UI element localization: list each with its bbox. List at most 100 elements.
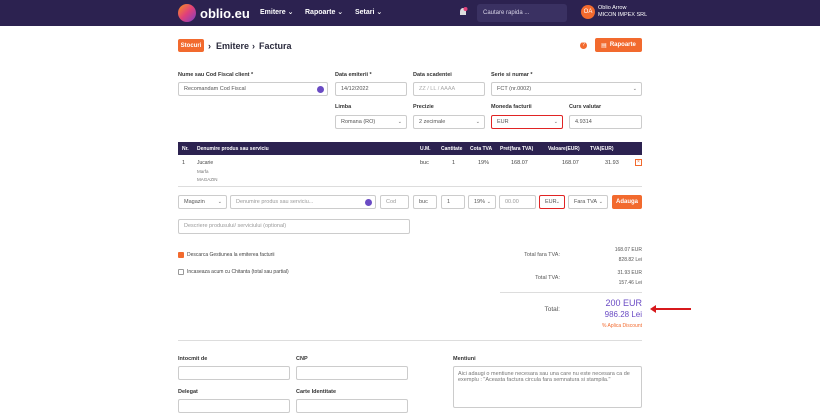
row-name: Jucarie [197, 160, 214, 166]
col-nr: Nr. [182, 146, 189, 152]
products-table-header: Nr. Denumire produs sau serviciu U.M. Ca… [178, 142, 642, 155]
stocuri-button[interactable]: Stocuri [178, 39, 204, 52]
total-fara-tva-lei: 828.82 Lei [618, 257, 642, 263]
serie-select[interactable]: FCT (nr.0002) ⌄ [491, 82, 642, 96]
client-label: Nume sau Cod Fiscal client * [178, 72, 254, 78]
carte-identitate-label: Carte Identitate [296, 389, 337, 395]
moneda-label: Moneda facturii [491, 104, 532, 110]
descarca-gestiune-label: Descarca Gestiunea la emiterea facturii [187, 252, 275, 258]
chevron-down-icon: ⌄ [287, 9, 294, 16]
price-input[interactable]: 00.00 [499, 195, 536, 209]
breadcrumb-emitere[interactable]: Emitere [216, 41, 249, 51]
data-scadentei-label: Data scadentei [413, 72, 452, 78]
col-cota: Cota TVA [470, 146, 493, 152]
add-product-button[interactable]: Adauga [612, 195, 642, 209]
brand-name: oblio.eu [200, 5, 250, 21]
chevron-down-icon: ⌄ [486, 199, 491, 205]
rapoarte-button[interactable]: ▤ Rapoarte [595, 38, 642, 52]
descarca-gestiune-checkbox[interactable] [178, 252, 184, 258]
chevron-down-icon: ⌄ [598, 199, 603, 205]
product-input[interactable]: Denumire produs sau serviciu... [230, 195, 376, 209]
avatar[interactable]: OA [581, 5, 595, 19]
nav-emitere[interactable]: Emitere ⌄ [260, 8, 294, 16]
row-um: buc [420, 160, 429, 166]
description-input[interactable]: Descriere produsului/ serviciului (optio… [178, 219, 410, 234]
apply-discount-link[interactable]: % Aplica Discount [570, 323, 642, 329]
chevron-down-icon: ⌄ [555, 199, 560, 205]
cod-input[interactable]: Cod [380, 195, 409, 209]
top-navbar: oblio.eu Emitere ⌄ Rapoarte ⌄ Setari ⌄ C… [0, 0, 820, 26]
col-valoare: Valoare(EUR) [548, 146, 580, 152]
chevron-down-icon: ⌄ [217, 199, 222, 205]
incaseaza-checkbox[interactable] [178, 269, 184, 275]
total-tva-lei: 157.46 Lei [618, 280, 642, 286]
red-arrow-annotation [650, 305, 691, 313]
user-info[interactable]: Oblio Arrow MICON IMPEX SRL [598, 5, 647, 19]
total-fara-tva-label: Total fara TVA: [524, 252, 560, 258]
row-qty: 1 [452, 160, 456, 166]
row-pret: 168.07 [511, 160, 528, 166]
qty-input[interactable]: 1 [441, 195, 465, 209]
col-pret: Pret(fara TVA) [500, 146, 534, 152]
logo[interactable]: oblio.eu [178, 4, 250, 22]
divider [500, 292, 642, 293]
row-cota: 19% [478, 160, 490, 166]
delete-row-icon[interactable]: × [635, 159, 642, 166]
row-tva: 31.93 [605, 160, 619, 166]
carte-identitate-input[interactable] [296, 399, 408, 413]
cnp-input[interactable] [296, 366, 408, 380]
search-client-icon[interactable] [317, 86, 324, 93]
client-input[interactable]: Recomandam Cod Fiscal [178, 82, 328, 96]
chevron-down-icon: ⌄ [475, 119, 480, 125]
total-eur: 200 EUR [605, 298, 642, 308]
row-valoare: 168.07 [562, 160, 579, 166]
currency-select[interactable]: EUR ⌄ [539, 195, 565, 209]
curs-input[interactable]: 4.9314 [569, 115, 642, 129]
intocmit-label: Intocmit de [178, 356, 208, 362]
company-name: MICON IMPEX SRL [598, 12, 648, 18]
col-um: U.M. [420, 146, 431, 152]
limba-select[interactable]: Romana (RO) ⌄ [335, 115, 407, 129]
mentiuni-label: Mentiuni [453, 356, 476, 362]
data-emiterii-label: Data emiterii * [335, 72, 372, 78]
limba-label: Limba [335, 104, 352, 110]
total-tva-label: Total TVA: [535, 275, 560, 281]
chevron-down-icon: ⌄ [337, 9, 344, 16]
nav-rapoarte[interactable]: Rapoarte ⌄ [305, 8, 343, 16]
tva-mode-select[interactable]: Fara TVA ⌄ [568, 195, 608, 209]
delegat-input[interactable] [178, 399, 290, 413]
logo-icon [178, 4, 196, 22]
help-icon[interactable]: ? [580, 42, 587, 49]
col-cantitate: Cantitate [441, 146, 463, 152]
row-type: Marfa [197, 169, 209, 174]
col-denumire: Denumire produs sau serviciu [197, 146, 269, 152]
precizie-select[interactable]: 2 zecimale ⌄ [413, 115, 485, 129]
data-emiterii-input[interactable]: 14/12/2022 [335, 82, 407, 96]
serie-label: Serie si numar * [491, 72, 533, 78]
notification-bell-icon[interactable] [458, 7, 468, 18]
chevron-down-icon: ⌄ [397, 119, 402, 125]
report-icon: ▤ [601, 42, 607, 49]
search-input[interactable]: Cautare rapida ... [477, 4, 567, 22]
nav-setari[interactable]: Setari ⌄ [355, 8, 382, 16]
page-title: Factura [259, 41, 292, 51]
chevron-right-icon: › [208, 41, 211, 51]
intocmit-input[interactable] [178, 366, 290, 380]
total-label: Total: [544, 306, 560, 313]
um-input[interactable]: buc [413, 195, 437, 209]
incaseaza-label: Incaseaza acum cu Chitanta (total sau pa… [187, 269, 289, 275]
chevron-right-icon: › [252, 41, 255, 51]
mentiuni-textarea[interactable] [453, 366, 642, 408]
data-scadentei-input[interactable]: ZZ / LL / AAAA [413, 82, 485, 96]
moneda-select[interactable]: EUR ⌄ [491, 115, 563, 129]
total-lei: 986.28 Lei [604, 310, 642, 319]
chevron-down-icon: ⌄ [376, 9, 383, 16]
gestiune-select[interactable]: Magazin ⌄ [178, 195, 227, 209]
row-gestiune: MAGAZIN [197, 177, 218, 182]
divider [178, 186, 642, 187]
row-nr: 1 [182, 160, 186, 166]
total-tva-eur: 31.93 EUR [617, 270, 642, 276]
search-product-icon[interactable] [365, 199, 372, 206]
cota-select[interactable]: 19% ⌄ [468, 195, 496, 209]
total-fara-tva-eur: 168.07 EUR [614, 247, 642, 253]
